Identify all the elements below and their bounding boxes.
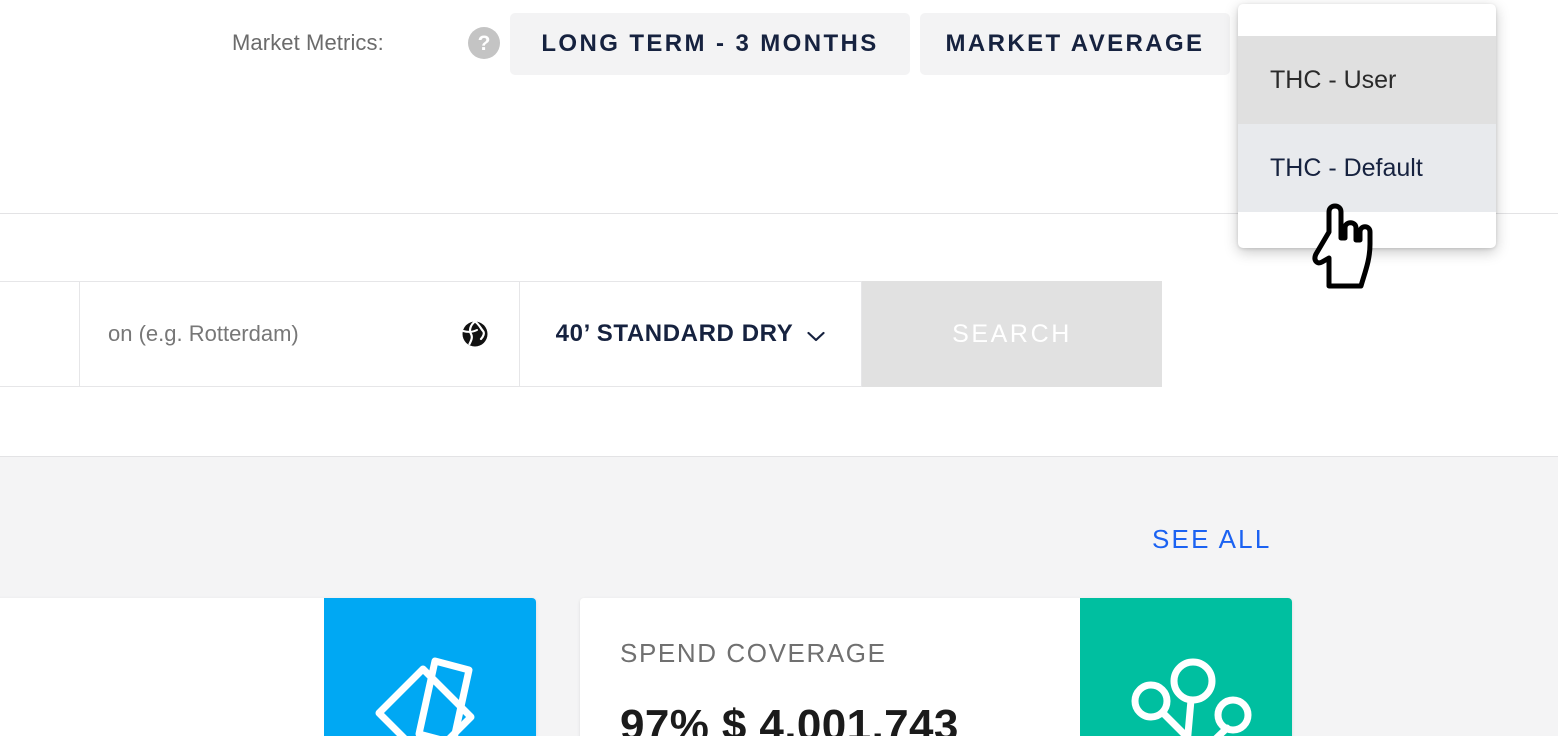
chevron-down-icon [807, 329, 825, 341]
kpi-card-value: 97% $ 4,001,743 [620, 701, 959, 736]
documents-icon [365, 643, 495, 736]
app-page: Market Metrics: ? LONG TERM - 3 MONTHS M… [0, 0, 1558, 736]
rate-search-bar: on (e.g. Rotterdam) 40’ STANDARD DRY SEA… [0, 281, 1162, 387]
kpi-card-tile [324, 598, 536, 736]
kpi-card-spend[interactable]: PEND 2,999 [0, 598, 536, 736]
kpi-card-spend-coverage[interactable]: SPEND COVERAGE 97% $ 4,001,743 [580, 598, 1292, 736]
dropdown-item-label: THC - User [1270, 65, 1397, 94]
segment-long-term-3-months[interactable]: LONG TERM - 3 MONTHS [510, 13, 910, 75]
equipment-value: 40’ STANDARD DRY [555, 320, 794, 347]
kpi-card-body: SPEND COVERAGE 97% $ 4,001,743 [580, 598, 1080, 736]
see-all-link[interactable]: SEE ALL [1152, 524, 1271, 555]
kpi-card-value: 2,999 [0, 701, 324, 736]
kpi-card-tile [1080, 598, 1292, 736]
destination-input-field[interactable]: on (e.g. Rotterdam) [80, 281, 520, 387]
mouse-cursor-pointing-hand [1305, 198, 1381, 295]
dropdown-item-thc-user[interactable]: THC - User [1238, 36, 1496, 124]
kpi-card-body: PEND 2,999 [0, 598, 324, 736]
destination-placeholder: on (e.g. Rotterdam) [108, 321, 299, 346]
kpi-card-title: SPEND COVERAGE [620, 638, 887, 668]
dropdown-item-label: THC - Default [1270, 153, 1423, 182]
globe-icon[interactable] [461, 320, 489, 348]
search-button[interactable]: SEARCH [862, 281, 1162, 387]
equipment-select[interactable]: 40’ STANDARD DRY [520, 281, 862, 387]
kpi-card-title: PEND [0, 638, 324, 669]
question-mark-icon[interactable]: ? [468, 27, 500, 59]
market-metrics-label: Market Metrics: [232, 30, 384, 55]
origin-input-field[interactable] [0, 281, 80, 387]
segment-market-average[interactable]: MARKET AVERAGE [920, 13, 1230, 75]
network-nodes-icon [1111, 653, 1261, 736]
